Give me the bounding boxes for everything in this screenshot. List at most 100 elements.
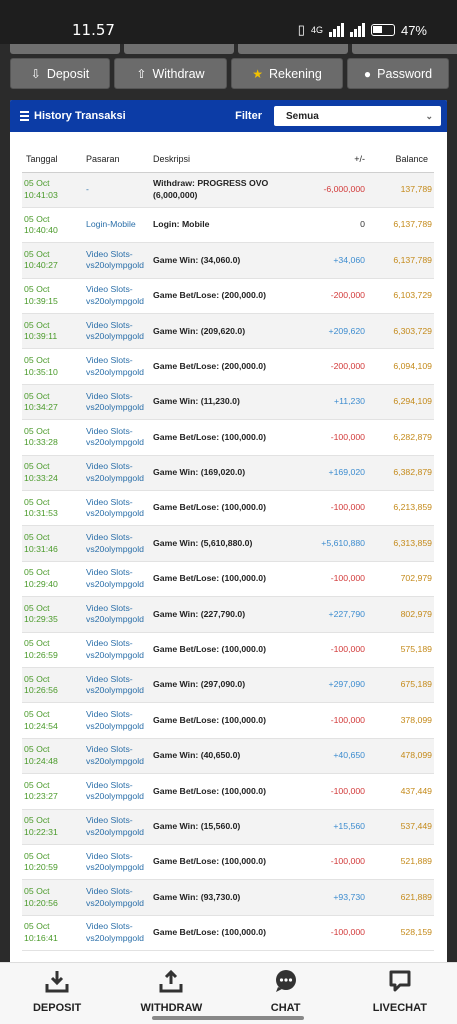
cell-pasaran: Video Slots-vs20olympgold [80, 844, 149, 881]
cell-amount: +5,610,880 [305, 525, 371, 562]
cell-balance: 6,303,729 [371, 313, 434, 350]
cell-date: 05 Oct 10:34:27 [22, 384, 80, 421]
partial-button[interactable] [238, 44, 348, 54]
cell-description: Game Win: (93,730.0) [149, 879, 305, 916]
list-icon [20, 111, 29, 121]
signal-icon-2 [349, 23, 365, 37]
cell-amount: -100,000 [305, 490, 371, 527]
table-row: 05 Oct 10:29:35 Video Slots-vs20olympgold G… [22, 596, 434, 633]
cell-pasaran: Video Slots-vs20olympgold [80, 667, 149, 704]
history-panel-header: History Transaksi Filter Semua ⌄ [10, 100, 447, 132]
cell-pasaran: Video Slots-vs20olympgold [80, 738, 149, 775]
bottom-nav-deposit[interactable]: DEPOSIT [0, 963, 114, 1024]
cell-pasaran: Video Slots-vs20olympgold [80, 809, 149, 845]
table-row: 05 Oct 10:29:40 Video Slots-vs20olympgold G… [22, 561, 434, 598]
cell-description: Game Win: (34,060.0) [149, 242, 305, 279]
cell-balance: 6,313,859 [371, 525, 434, 562]
cell-amount: -6,000,000 [305, 172, 371, 208]
table-row: 05 Oct 10:31:46 Video Slots-vs20olympgold G… [22, 525, 434, 562]
cell-date: 05 Oct 10:24:48 [22, 738, 80, 775]
cell-description: Game Bet/Lose: (200,000.0) [149, 348, 305, 385]
cell-description: Withdraw: PROGRESS OVO (6,000,000) [149, 172, 305, 208]
cell-amount: -100,000 [305, 702, 371, 739]
cell-description: Game Win: (5,610,880.0) [149, 525, 305, 562]
bottom-nav-livechat[interactable]: LIVECHAT [343, 963, 457, 1024]
table-row: 05 Oct 10:39:15 Video Slots-vs20olympgold G… [22, 278, 434, 315]
cell-balance: 478,099 [371, 738, 434, 775]
rekening-button[interactable]: ★ Rekening [231, 58, 343, 89]
home-indicator[interactable] [152, 1016, 304, 1020]
cell-amount: 0 [305, 207, 371, 244]
withdraw-icon: ⇧ [136, 66, 147, 81]
chevron-down-icon: ⌄ [425, 110, 433, 121]
cell-date: 05 Oct 10:16:41 [22, 915, 80, 952]
cell-description: Game Bet/Lose: (200,000.0) [149, 278, 305, 315]
table-row: 05 Oct 10:23:27 Video Slots-vs20olympgold G… [22, 773, 434, 810]
cell-pasaran: Video Slots-vs20olympgold [80, 313, 149, 350]
cell-description: Game Bet/Lose: (100,000.0) [149, 561, 305, 598]
table-row: 05 Oct 10:33:28 Video Slots-vs20olympgold G… [22, 419, 434, 456]
bottom-nav-chat[interactable]: CHAT [229, 963, 343, 1024]
cell-pasaran: Video Slots-vs20olympgold [80, 561, 149, 598]
cell-pasaran: Video Slots-vs20olympgold [80, 632, 149, 668]
cell-amount: +93,730 [305, 879, 371, 916]
chat-icon [275, 970, 296, 992]
cell-balance: 537,449 [371, 809, 434, 845]
cell-amount: -100,000 [305, 915, 371, 952]
table-row: 05 Oct 10:26:59 Video Slots-vs20olympgold G… [22, 632, 434, 668]
table-row: 05 Oct 10:16:41 Video Slots-vs20olympgold G… [22, 915, 434, 952]
cell-pasaran: Video Slots-vs20olympgold [80, 773, 149, 810]
table-row: 05 Oct 10:31:53 Video Slots-vs20olympgold G… [22, 490, 434, 527]
cell-balance: 437,449 [371, 773, 434, 810]
cell-amount: +169,020 [305, 455, 371, 492]
table-row: 05 Oct 10:22:31 Video Slots-vs20olympgold G… [22, 809, 434, 845]
cell-pasaran: Video Slots-vs20olympgold [80, 702, 149, 739]
download-icon [45, 971, 69, 993]
status-time: 11.57 [72, 21, 115, 39]
status-icons: ▯ 4G 47% [298, 22, 427, 38]
account-nav: ⇩ Deposit ⇧ Withdraw ★ Rekening ● Passwo… [10, 58, 449, 89]
withdraw-button[interactable]: ⇧ Withdraw [114, 58, 227, 89]
cell-amount: -100,000 [305, 773, 371, 810]
cell-amount: -100,000 [305, 844, 371, 881]
page-content: ⇩ Deposit ⇧ Withdraw ★ Rekening ● Passwo… [0, 44, 457, 962]
cell-description: Game Bet/Lose: (100,000.0) [149, 915, 305, 952]
filter-select[interactable]: Semua ⌄ [274, 106, 441, 126]
table-row: 05 Oct 10:24:48 Video Slots-vs20olympgold G… [22, 738, 434, 775]
upload-icon [159, 969, 183, 993]
partial-button[interactable] [10, 44, 120, 54]
cell-pasaran: Video Slots-vs20olympgold [80, 278, 149, 315]
partial-button[interactable] [124, 44, 234, 54]
cell-balance: 702,979 [371, 561, 434, 598]
cell-pasaran: Video Slots-vs20olympgold [80, 419, 149, 456]
cell-description: Game Win: (40,650.0) [149, 738, 305, 775]
table-row: 05 Oct 10:20:59 Video Slots-vs20olympgold G… [22, 844, 434, 881]
cell-date: 05 Oct 10:40:27 [22, 242, 80, 279]
password-button[interactable]: ● Password [347, 58, 449, 89]
cell-balance: 675,189 [371, 667, 434, 704]
bank-icon: ★ [252, 66, 263, 81]
cell-date: 05 Oct 10:33:28 [22, 419, 80, 456]
cell-description: Game Win: (169,020.0) [149, 455, 305, 492]
table-row: 05 Oct 10:39:11 Video Slots-vs20olympgold G… [22, 313, 434, 350]
deposit-button[interactable]: ⇩ Deposit [10, 58, 110, 89]
cell-pasaran: Login-Mobile [80, 207, 149, 244]
cell-pasaran: - [80, 172, 149, 208]
cell-date: 05 Oct 10:33:24 [22, 455, 80, 492]
cell-date: 05 Oct 10:20:56 [22, 879, 80, 916]
cell-description: Game Bet/Lose: (100,000.0) [149, 419, 305, 456]
table-row: 05 Oct 10:35:10 Video Slots-vs20olympgold G… [22, 348, 434, 385]
cell-date: 05 Oct 10:26:59 [22, 632, 80, 668]
cell-pasaran: Video Slots-vs20olympgold [80, 384, 149, 421]
bottom-nav-withdraw[interactable]: WITHDRAW [114, 963, 228, 1024]
table-row: 05 Oct 10:34:27 Video Slots-vs20olympgold G… [22, 384, 434, 421]
cell-date: 05 Oct 10:31:53 [22, 490, 80, 527]
partial-button[interactable] [352, 44, 457, 54]
cell-pasaran: Video Slots-vs20olympgold [80, 455, 149, 492]
cell-balance: 6,382,879 [371, 455, 434, 492]
cell-amount: -200,000 [305, 348, 371, 385]
cell-pasaran: Video Slots-vs20olympgold [80, 348, 149, 385]
battery-icon [370, 24, 395, 36]
cell-date: 05 Oct 10:39:15 [22, 278, 80, 315]
cell-balance: 6,294,109 [371, 384, 434, 421]
